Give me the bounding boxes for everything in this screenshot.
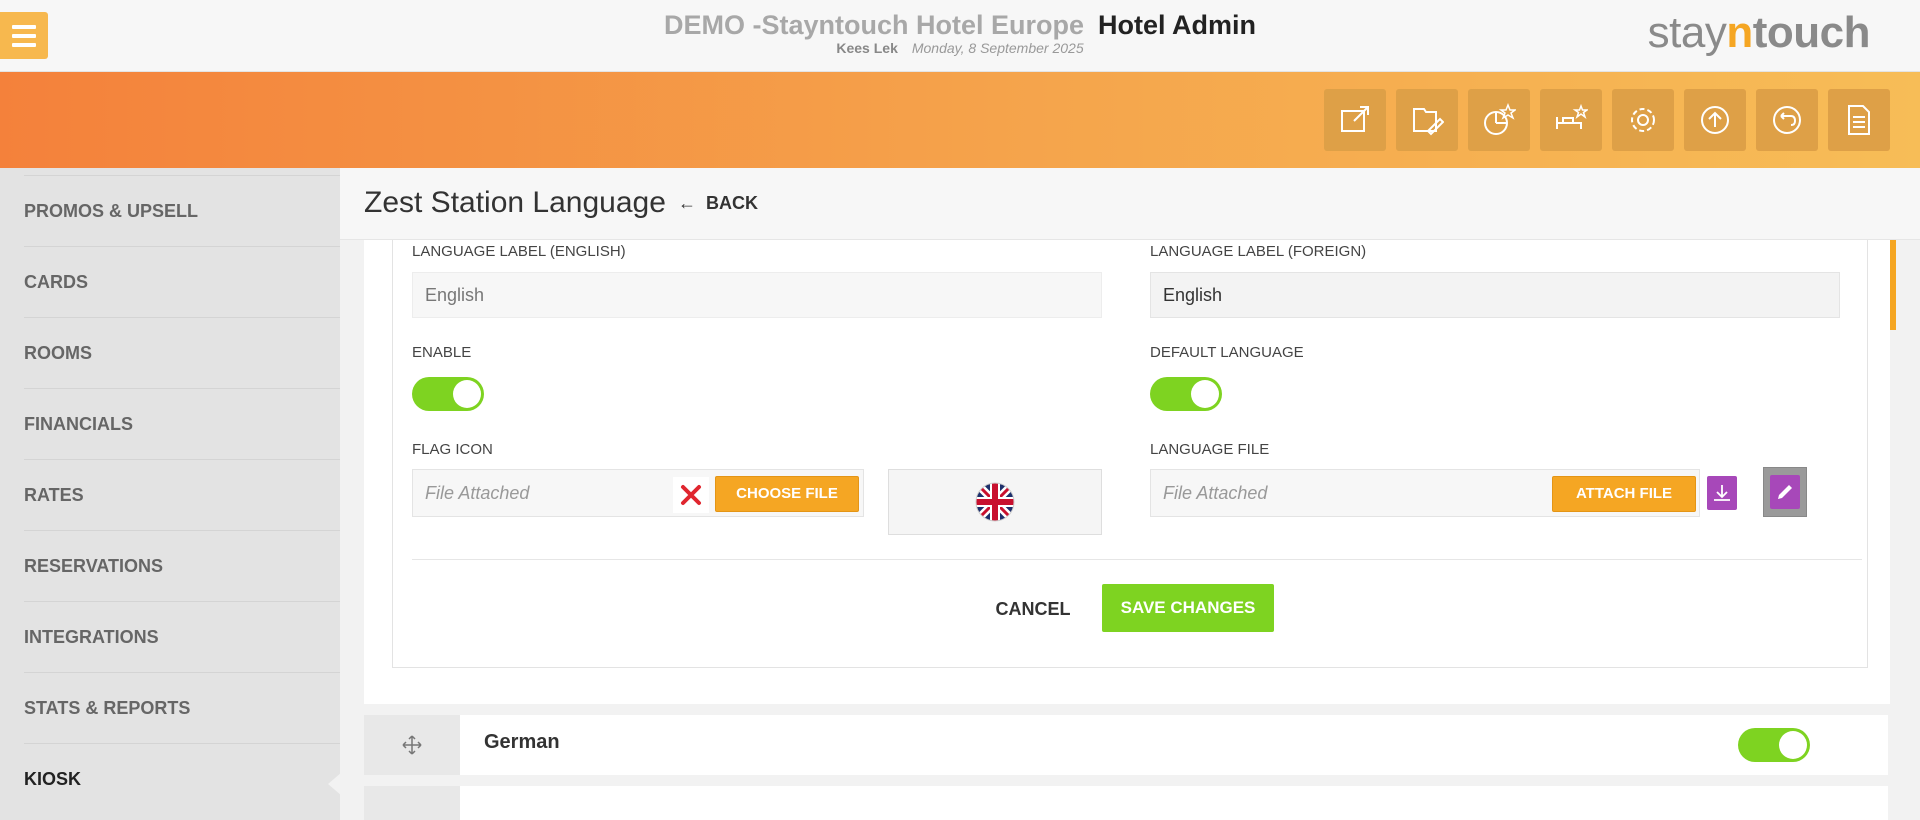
language-file-label: LANGUAGE FILE (1150, 441, 1270, 458)
edit-language-file-wrapper (1763, 467, 1807, 517)
sidebar-item-financials[interactable]: FINANCIALS (24, 388, 340, 459)
logo-text-touch: touch (1752, 8, 1871, 57)
logo-text-stay: stay (1647, 8, 1727, 57)
sidebar-item-kiosk[interactable]: KIOSK (24, 743, 340, 814)
default-language-toggle[interactable] (1150, 377, 1222, 411)
drag-handle[interactable] (364, 786, 460, 820)
bed-star-icon (1556, 103, 1588, 129)
page-title: Zest Station Language (364, 186, 666, 219)
enable-label: ENABLE (412, 344, 472, 361)
remove-flag-button[interactable] (673, 477, 709, 513)
form-divider (412, 559, 1862, 560)
current-date: Monday, 8 September 2025 (911, 40, 1084, 56)
save-changes-button[interactable]: SAVE CHANGES (1102, 584, 1274, 632)
app-title: Hotel Admin (1098, 10, 1257, 40)
hotel-name: DEMO -Stayntouch Hotel Europe (663, 10, 1085, 40)
toolbar-banner (0, 72, 1920, 168)
active-item-caret (328, 772, 342, 796)
chart-star-button[interactable] (1468, 89, 1530, 151)
toggle-knob (1779, 731, 1807, 759)
scrollbar[interactable] (1890, 240, 1896, 330)
enable-toggle[interactable] (412, 377, 484, 411)
move-icon (402, 735, 422, 755)
chart-star-icon (1484, 103, 1516, 135)
stayntouch-logo: stayntouch (1647, 8, 1871, 58)
language-name: German (484, 731, 560, 753)
toggle-knob (1191, 380, 1219, 408)
gear-icon (1631, 108, 1655, 132)
close-icon (681, 485, 701, 505)
sidebar-item-reservations[interactable]: RESERVATIONS (24, 530, 340, 601)
header-title: DEMO -Stayntouch Hotel Europe Hotel Admin (0, 10, 1920, 41)
sidebar-item-rates[interactable]: RATES (24, 459, 340, 530)
pencil-icon (1778, 485, 1792, 499)
back-button[interactable]: ← BACK (678, 193, 758, 214)
flag-preview (888, 469, 1102, 535)
toggle-knob (453, 380, 481, 408)
download-language-file-button[interactable] (1707, 476, 1737, 510)
download-icon (1714, 485, 1730, 501)
user-name: Kees Lek (836, 40, 898, 56)
sidebar-item-stats-reports[interactable]: STATS & REPORTS (24, 672, 340, 743)
top-bar: DEMO -Stayntouch Hotel Europe Hotel Admin… (0, 0, 1920, 72)
flag-icon-label: FLAG ICON (412, 441, 493, 458)
sidebar-item-rooms[interactable]: ROOMS (24, 317, 340, 388)
edit-language-file-button[interactable] (1770, 475, 1800, 509)
label-foreign-label: LANGUAGE LABEL (FOREIGN) (1150, 243, 1367, 260)
settings-button[interactable] (1612, 89, 1674, 151)
external-link-icon (1341, 106, 1369, 132)
drag-handle[interactable] (364, 715, 460, 775)
room-star-button[interactable] (1540, 89, 1602, 151)
edit-folder-button[interactable] (1396, 89, 1458, 151)
sidebar-item-promos-upsell[interactable]: PROMOS & UPSELL (24, 175, 340, 246)
uk-flag-icon (975, 482, 1015, 522)
page-header: Zest Station Language ← BACK (340, 168, 1920, 240)
default-language-label: DEFAULT LANGUAGE (1150, 344, 1304, 361)
sidebar: PROMOS & UPSELL CARDS ROOMS FINANCIALS R… (0, 168, 340, 820)
document-button[interactable] (1828, 89, 1890, 151)
label-english-label: LANGUAGE LABEL (ENGLISH) (412, 243, 626, 260)
header-subtitle: Kees Lek Monday, 8 September 2025 (0, 40, 1920, 56)
sidebar-item-cards[interactable]: CARDS (24, 246, 340, 317)
attach-file-button[interactable]: ATTACH FILE (1552, 476, 1696, 512)
edit-folder-icon (1413, 108, 1444, 136)
upload-icon (1701, 106, 1729, 134)
language-label-english-input[interactable]: English (412, 272, 1102, 318)
document-icon (1848, 105, 1870, 135)
logo-text-n: n (1726, 8, 1753, 57)
cancel-button[interactable]: CANCEL (980, 594, 1086, 624)
back-arrow-icon: ← (678, 193, 696, 213)
choose-file-button[interactable]: CHOOSE FILE (715, 476, 859, 512)
upload-button[interactable] (1684, 89, 1746, 151)
german-enable-toggle[interactable] (1738, 728, 1810, 762)
back-label: BACK (706, 193, 759, 213)
language-row-german[interactable]: German (364, 715, 1888, 775)
return-icon (1773, 106, 1801, 134)
return-button[interactable] (1756, 89, 1818, 151)
language-row-next[interactable] (364, 786, 1888, 820)
language-label-foreign-input[interactable]: English (1150, 272, 1840, 318)
external-link-button[interactable] (1324, 89, 1386, 151)
sidebar-item-integrations[interactable]: INTEGRATIONS (24, 601, 340, 672)
